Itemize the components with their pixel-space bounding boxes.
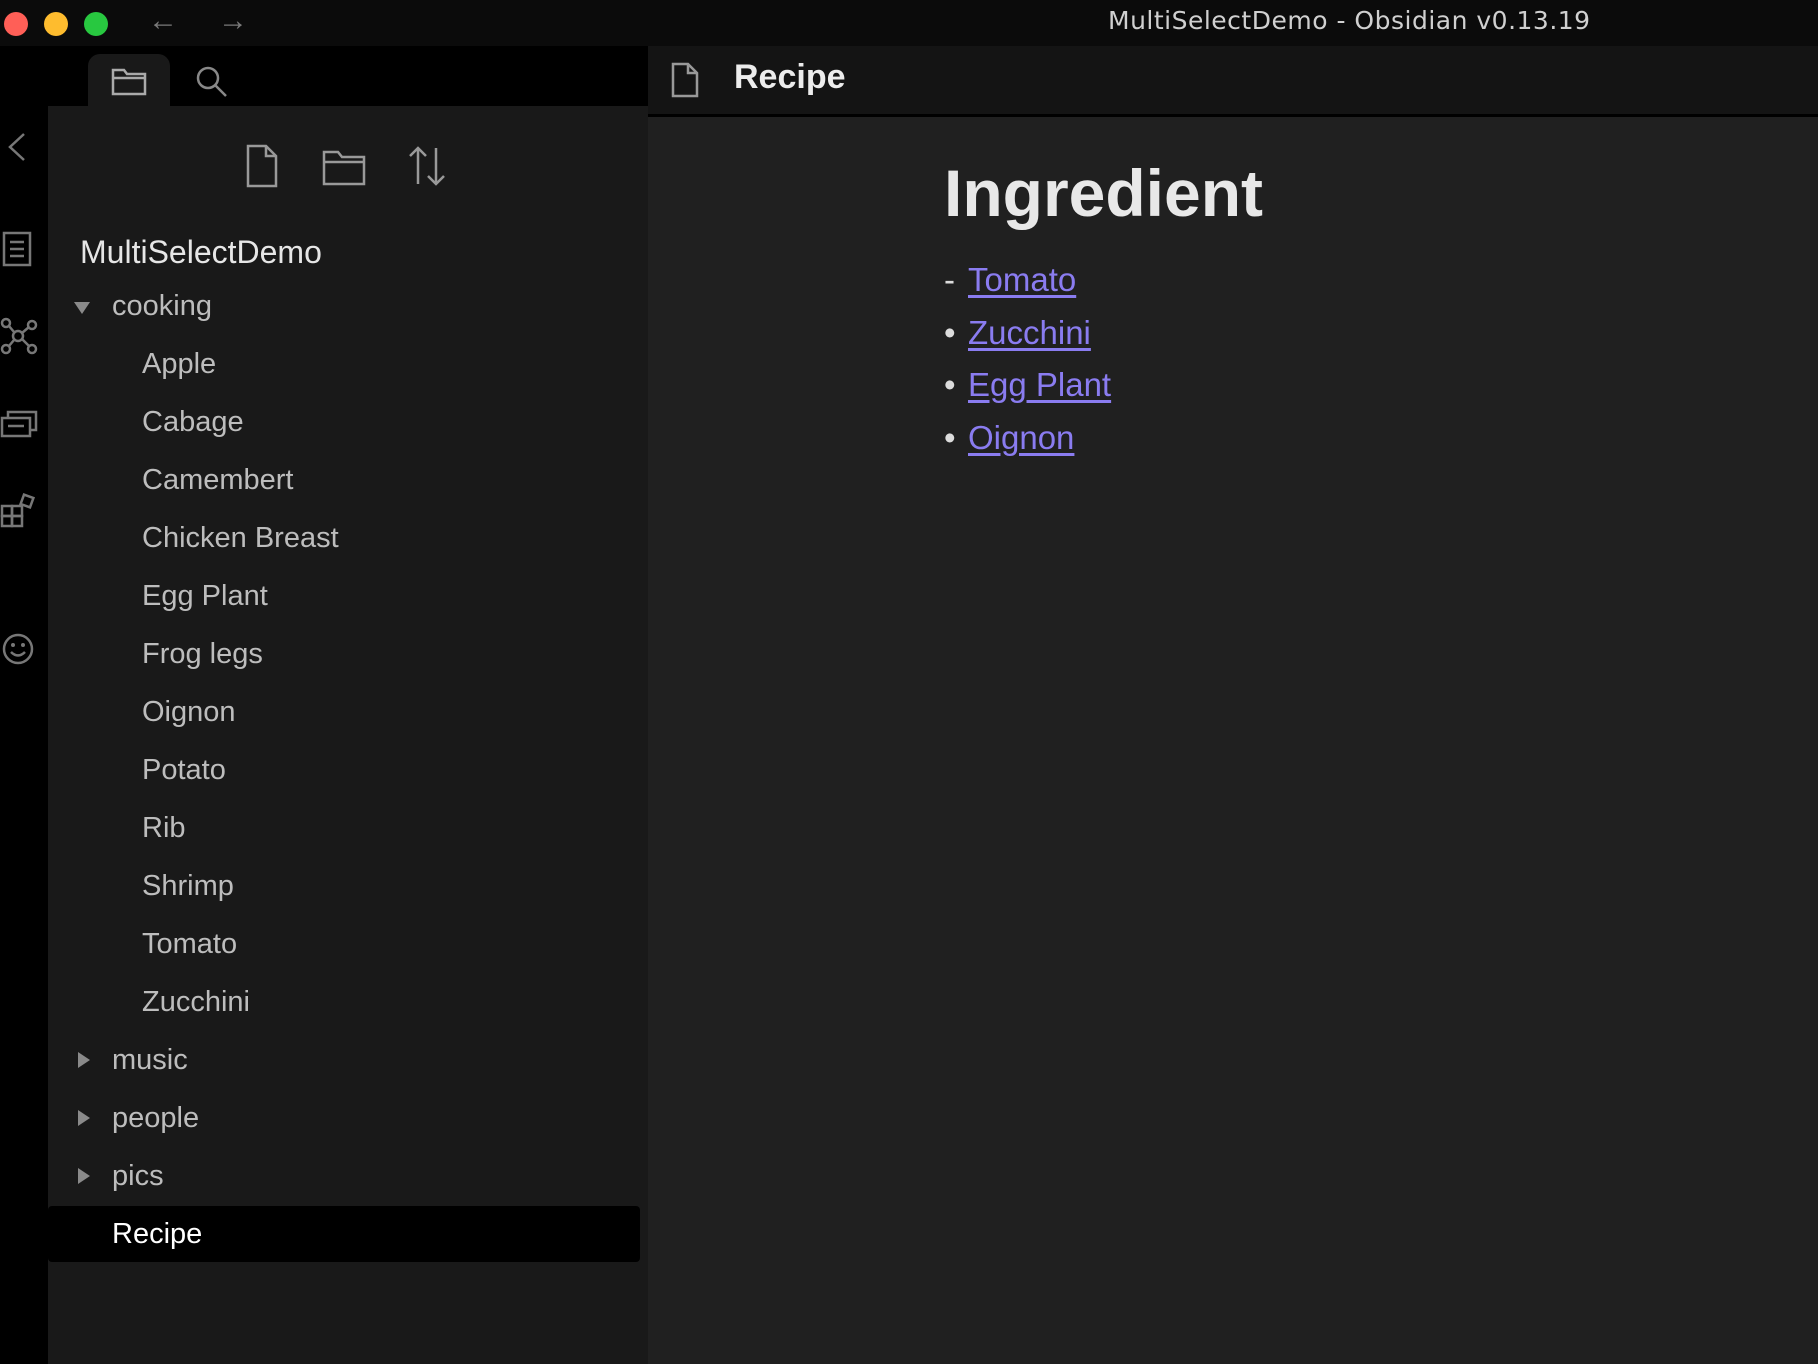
plugin-grid-icon[interactable] xyxy=(0,492,38,530)
window-title: MultiSelectDemo - Obsidian v0.13.19 xyxy=(1108,6,1591,35)
list-item: • Oignon xyxy=(944,419,1074,457)
vault-name[interactable]: MultiSelectDemo xyxy=(80,234,322,271)
file-item[interactable]: Frog legs xyxy=(48,626,640,682)
file-item[interactable]: Camembert xyxy=(48,452,640,508)
list-marker: • xyxy=(944,366,956,403)
editor-content[interactable]: Ingredient - Tomato • Zucchini • Egg Plant … xyxy=(648,117,1818,1364)
internal-link[interactable]: Tomato xyxy=(968,261,1076,298)
editor-tab-header: Recipe xyxy=(648,46,1818,117)
file-explorer-panel: MultiSelectDemo cooking Apple Cabage Cam… xyxy=(48,106,648,1364)
internal-link[interactable]: Egg Plant xyxy=(968,366,1111,403)
internal-link[interactable]: Zucchini xyxy=(968,314,1091,351)
graph-view-icon[interactable] xyxy=(0,317,38,355)
file-item-recipe-active[interactable]: Recipe xyxy=(48,1206,640,1262)
tab-search[interactable] xyxy=(172,54,254,106)
close-window-button[interactable] xyxy=(4,12,28,36)
internal-link[interactable]: Oignon xyxy=(968,419,1074,456)
sidebar-tab-bar xyxy=(48,46,648,106)
file-icon xyxy=(671,62,699,98)
file-label: Rib xyxy=(142,812,186,844)
new-note-button[interactable] xyxy=(238,142,286,190)
slides-icon[interactable] xyxy=(0,406,38,444)
file-item[interactable]: Rib xyxy=(48,800,640,856)
list-marker: • xyxy=(944,314,956,351)
search-icon xyxy=(196,66,227,97)
file-label: Oignon xyxy=(142,696,236,728)
navigate-back-button[interactable]: ← xyxy=(148,4,178,38)
sort-icon xyxy=(409,146,445,186)
file-label: Cabage xyxy=(142,406,244,438)
note-heading: Ingredient xyxy=(944,156,1264,230)
title-bar: ← → MultiSelectDemo - Obsidian v0.13.19 xyxy=(0,0,1818,46)
expand-caret-icon[interactable] xyxy=(78,1052,90,1068)
maximize-window-button[interactable] xyxy=(84,12,108,36)
note-title[interactable]: Recipe xyxy=(734,58,846,97)
expand-caret-icon[interactable] xyxy=(78,1168,90,1184)
file-label: Egg Plant xyxy=(142,580,268,612)
minimize-window-button[interactable] xyxy=(44,12,68,36)
folder-label: music xyxy=(112,1044,188,1076)
file-label: Recipe xyxy=(112,1218,203,1250)
folder-label: pics xyxy=(112,1160,164,1192)
file-item[interactable]: Apple xyxy=(48,336,640,392)
file-item[interactable]: Cabage xyxy=(48,394,640,450)
file-item[interactable]: Shrimp xyxy=(48,858,640,914)
file-item[interactable]: Tomato xyxy=(48,916,640,972)
collapse-sidebar-icon[interactable] xyxy=(0,128,38,166)
file-label: Frog legs xyxy=(142,638,263,670)
change-sort-order-button[interactable] xyxy=(404,142,452,190)
open-switcher-icon[interactable] xyxy=(0,230,38,268)
folder-cooking[interactable]: cooking xyxy=(48,278,640,334)
file-item[interactable]: Chicken Breast xyxy=(48,510,640,566)
list-marker: - xyxy=(944,261,955,298)
expand-caret-icon[interactable] xyxy=(78,1110,90,1126)
list-item: • Egg Plant xyxy=(944,366,1111,404)
new-note-icon xyxy=(246,144,278,188)
folder-icon xyxy=(111,68,147,96)
file-item[interactable]: Egg Plant xyxy=(48,568,640,624)
file-item[interactable]: Zucchini xyxy=(48,974,640,1030)
file-label: Tomato xyxy=(142,928,238,960)
file-item[interactable]: Potato xyxy=(48,742,640,798)
new-folder-button[interactable] xyxy=(320,142,368,190)
tab-file-explorer[interactable] xyxy=(88,54,170,106)
file-label: Camembert xyxy=(142,464,294,496)
list-item: • Zucchini xyxy=(944,314,1091,352)
list-marker: • xyxy=(944,419,956,456)
navigate-forward-button[interactable]: → xyxy=(218,4,248,38)
file-label: Apple xyxy=(142,348,217,380)
file-label: Chicken Breast xyxy=(142,522,339,554)
ribbon xyxy=(0,46,48,1364)
folder-people[interactable]: people xyxy=(48,1090,640,1146)
file-label: Zucchini xyxy=(142,986,250,1018)
file-label: Shrimp xyxy=(142,870,234,902)
file-label: Potato xyxy=(142,754,226,786)
emoji-icon[interactable] xyxy=(0,630,38,668)
folder-label: people xyxy=(112,1102,200,1134)
folder-label: cooking xyxy=(112,290,212,322)
file-item[interactable]: Oignon xyxy=(48,684,640,740)
folder-music[interactable]: music xyxy=(48,1032,640,1088)
list-item: - Tomato xyxy=(944,261,1076,299)
new-folder-icon xyxy=(322,150,366,186)
folder-pics[interactable]: pics xyxy=(48,1148,640,1204)
collapse-caret-icon[interactable] xyxy=(74,302,90,314)
